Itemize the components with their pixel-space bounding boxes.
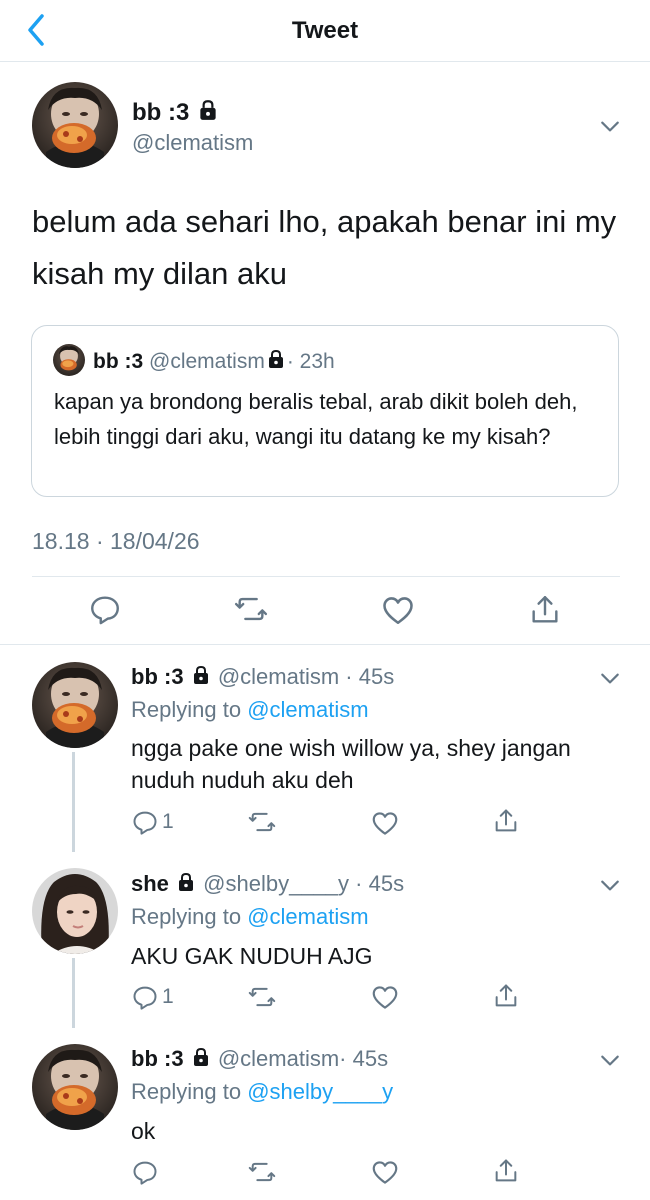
retweet-icon xyxy=(248,987,276,1007)
reply-icon xyxy=(133,1161,157,1185)
replying-to-label: Replying to xyxy=(131,904,242,929)
reply-count: 1 xyxy=(162,985,174,1008)
reply-time: · 45s xyxy=(355,871,405,896)
divider xyxy=(32,576,620,577)
quoted-text: kapan ya brondong beralis tebal, arab di… xyxy=(54,389,578,449)
reply-icon xyxy=(133,986,157,1010)
share-button[interactable] xyxy=(492,806,520,836)
reply-header: she @shelby____y · 45s xyxy=(131,871,404,897)
like-button[interactable] xyxy=(380,592,416,628)
share-button[interactable] xyxy=(492,1156,520,1186)
quoted-time: · 23h xyxy=(286,350,335,373)
avatar[interactable] xyxy=(32,1044,118,1130)
reply-text: AKU GAK NUDUH AJG xyxy=(131,943,373,969)
reply-time: · 45s xyxy=(339,1046,389,1071)
reply-author-name[interactable]: bb :3 xyxy=(131,1046,184,1071)
retweet-button[interactable] xyxy=(232,592,270,626)
heart-icon xyxy=(372,812,398,835)
replying-to-link[interactable]: @clematism xyxy=(247,697,368,722)
quoted-author-handle: @clematism xyxy=(149,350,265,373)
page-title: Tweet xyxy=(291,17,359,44)
retweet-button[interactable] xyxy=(246,808,278,836)
retweet-icon xyxy=(234,597,268,621)
reply-author-name[interactable]: bb :3 xyxy=(131,664,184,689)
author-handle[interactable]: @clematism xyxy=(132,130,253,156)
reply-time: · 45s xyxy=(345,664,395,689)
reply-text: ngga pake one wish willow ya, shey janga… xyxy=(131,735,571,793)
like-button[interactable] xyxy=(370,808,400,838)
retweet-button[interactable] xyxy=(246,983,278,1011)
chevron-down-icon[interactable] xyxy=(599,116,621,136)
chevron-down-icon[interactable] xyxy=(599,1050,621,1070)
reply-button[interactable]: 1 xyxy=(131,983,174,1011)
replying-to-link[interactable]: @clematism xyxy=(247,904,368,929)
replying-to-label: Replying to xyxy=(131,1079,242,1104)
replying-to: Replying to @clematism xyxy=(131,904,369,930)
share-icon xyxy=(495,809,517,832)
reply-header: bb :3 @clematism· 45s xyxy=(131,1046,388,1072)
retweet-button[interactable] xyxy=(246,1158,278,1186)
heart-icon xyxy=(383,597,413,625)
quoted-header: bb :3 @clematism · 23h xyxy=(93,348,335,374)
author-name-text: bb :3 xyxy=(132,99,190,126)
share-icon xyxy=(495,984,517,1007)
reply-icon xyxy=(133,811,157,835)
chevron-down-icon[interactable] xyxy=(599,668,621,688)
reply-icon xyxy=(91,596,119,625)
reply-author-handle[interactable]: @shelby____y xyxy=(203,871,349,896)
share-icon xyxy=(495,1159,517,1182)
thread-line xyxy=(72,752,75,852)
replying-to-link[interactable]: @shelby____y xyxy=(247,1079,393,1104)
share-button[interactable] xyxy=(492,981,520,1011)
reply-author-handle[interactable]: @clematism xyxy=(218,1046,339,1071)
avatar[interactable] xyxy=(32,82,118,168)
avatar[interactable] xyxy=(32,662,118,748)
reply-author-handle[interactable]: @clematism xyxy=(218,664,339,689)
replying-to: Replying to @clematism xyxy=(131,697,369,723)
replying-to-label: Replying to xyxy=(131,697,242,722)
quoted-avatar xyxy=(53,344,85,376)
share-button[interactable] xyxy=(528,592,562,628)
reply-header: bb :3 @clematism · 45s xyxy=(131,664,394,690)
quoted-author-name: bb :3 xyxy=(93,350,144,373)
heart-icon xyxy=(372,986,398,1009)
tweet-text: belum ada sehari lho, apakah benar ini m… xyxy=(32,204,617,291)
share-icon xyxy=(532,596,558,623)
replying-to: Replying to @shelby____y xyxy=(131,1079,393,1105)
reply-button[interactable] xyxy=(88,592,122,626)
chevron-down-icon[interactable] xyxy=(599,875,621,895)
like-button[interactable] xyxy=(370,1157,400,1187)
thread-line xyxy=(72,958,75,1028)
avatar[interactable] xyxy=(32,868,118,954)
lock-icon xyxy=(178,873,195,892)
reply-button[interactable] xyxy=(131,1158,159,1186)
tweet-actions xyxy=(0,592,650,632)
quoted-tweet[interactable]: bb :3 @clematism · 23h kapan ya brondong … xyxy=(31,325,619,497)
retweet-icon xyxy=(248,1162,276,1182)
reply-text: ok xyxy=(131,1118,156,1144)
lock-icon xyxy=(192,1048,209,1067)
like-button[interactable] xyxy=(370,982,400,1012)
author-name[interactable]: bb :3 xyxy=(132,98,220,127)
heart-icon xyxy=(372,1161,398,1184)
reply-author-name[interactable]: she xyxy=(131,871,169,896)
reply-count: 1 xyxy=(162,810,174,833)
lock-icon xyxy=(192,666,209,685)
reply-button[interactable]: 1 xyxy=(131,808,174,836)
tweet-timestamp: 18.18 · 18/04/26 xyxy=(32,528,200,554)
lock-icon xyxy=(199,100,217,121)
lock-icon xyxy=(267,350,284,369)
retweet-icon xyxy=(248,812,276,832)
nav-bar: Tweet xyxy=(0,0,650,62)
divider xyxy=(0,644,650,645)
